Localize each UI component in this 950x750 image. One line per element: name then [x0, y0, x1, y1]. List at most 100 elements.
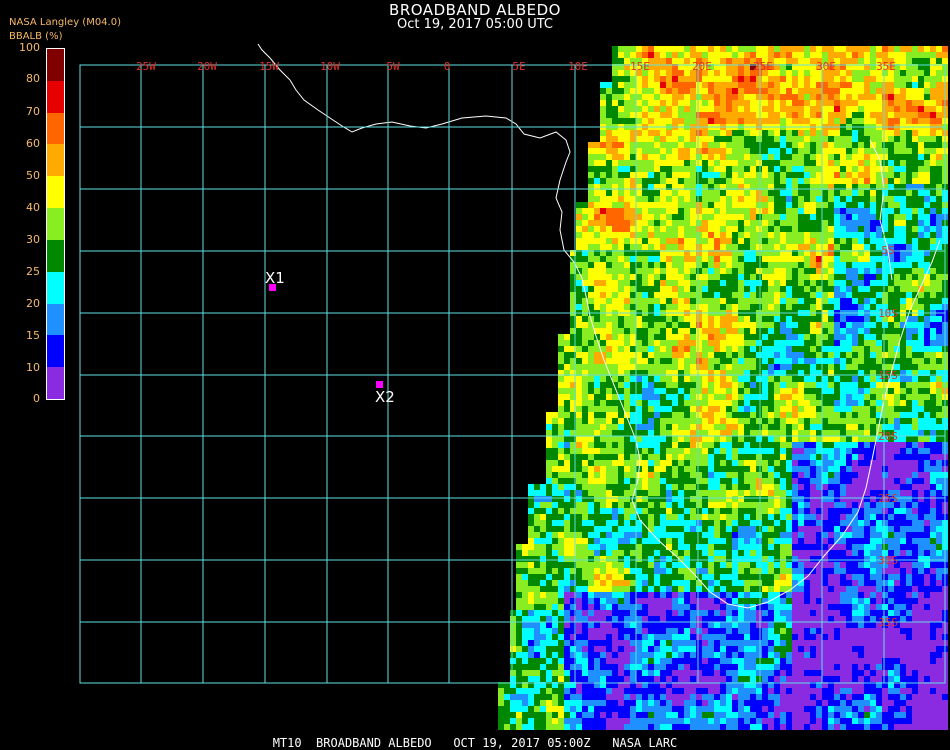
albedo-pixel: [630, 220, 636, 226]
albedo-pixel: [804, 496, 810, 502]
albedo-pixel: [900, 268, 906, 274]
albedo-pixel: [798, 328, 804, 334]
albedo-pixel: [810, 46, 816, 52]
albedo-pixel: [894, 514, 900, 520]
albedo-pixel: [606, 454, 612, 460]
albedo-pixel: [900, 316, 906, 322]
albedo-pixel: [912, 46, 918, 52]
albedo-pixel: [636, 280, 642, 286]
albedo-pixel: [750, 484, 756, 490]
albedo-pixel: [600, 178, 606, 184]
albedo-pixel: [750, 244, 756, 250]
albedo-pixel: [852, 172, 858, 178]
albedo-pixel: [750, 46, 756, 52]
albedo-pixel: [618, 328, 624, 334]
albedo-pixel: [588, 232, 594, 238]
albedo-pixel: [678, 262, 684, 268]
albedo-pixel: [900, 490, 906, 496]
albedo-pixel: [894, 76, 900, 82]
albedo-pixel: [612, 394, 618, 400]
albedo-pixel: [564, 406, 570, 412]
albedo-pixel: [660, 358, 666, 364]
albedo-pixel: [828, 508, 834, 514]
albedo-pixel: [888, 148, 894, 154]
albedo-pixel: [918, 262, 924, 268]
albedo-pixel: [744, 430, 750, 436]
albedo-pixel: [750, 412, 756, 418]
albedo-pixel: [612, 454, 618, 460]
albedo-pixel: [642, 244, 648, 250]
albedo-pixel: [840, 262, 846, 268]
albedo-pixel: [708, 82, 714, 88]
albedo-pixel: [786, 442, 792, 448]
albedo-pixel: [720, 508, 726, 514]
albedo-pixel: [918, 190, 924, 196]
albedo-pixel: [822, 280, 828, 286]
albedo-pixel: [690, 226, 696, 232]
albedo-pixel: [882, 280, 888, 286]
albedo-pixel: [696, 172, 702, 178]
albedo-pixel: [852, 472, 858, 478]
albedo-pixel: [750, 400, 756, 406]
albedo-pixel: [678, 136, 684, 142]
albedo-pixel: [924, 100, 930, 106]
albedo-pixel: [678, 394, 684, 400]
albedo-pixel: [816, 460, 822, 466]
albedo-pixel: [744, 178, 750, 184]
albedo-pixel: [768, 316, 774, 322]
albedo-pixel: [804, 208, 810, 214]
albedo-pixel: [732, 460, 738, 466]
albedo-pixel: [630, 76, 636, 82]
albedo-pixel: [726, 46, 732, 52]
albedo-pixel: [696, 358, 702, 364]
albedo-pixel: [714, 70, 720, 76]
albedo-pixel: [828, 274, 834, 280]
albedo-pixel: [654, 286, 660, 292]
albedo-pixel: [654, 46, 660, 52]
albedo-pixel: [576, 286, 582, 292]
albedo-pixel: [810, 424, 816, 430]
albedo-pixel: [732, 46, 738, 52]
albedo-pixel: [714, 172, 720, 178]
albedo-pixel: [768, 472, 774, 478]
albedo-pixel: [942, 46, 948, 52]
albedo-pixel: [918, 208, 924, 214]
albedo-pixel: [672, 262, 678, 268]
albedo-pixel: [906, 208, 912, 214]
albedo-pixel: [594, 496, 600, 502]
albedo-pixel: [864, 166, 870, 172]
albedo-pixel: [798, 382, 804, 388]
albedo-pixel: [918, 304, 924, 310]
albedo-pixel: [720, 436, 726, 442]
albedo-pixel: [744, 454, 750, 460]
albedo-pixel: [762, 298, 768, 304]
albedo-pixel: [828, 460, 834, 466]
albedo-pixel: [690, 136, 696, 142]
albedo-pixel: [864, 262, 870, 268]
albedo-pixel: [564, 454, 570, 460]
albedo-pixel: [816, 130, 822, 136]
albedo-pixel: [636, 238, 642, 244]
albedo-pixel: [636, 376, 642, 382]
albedo-pixel: [816, 334, 822, 340]
albedo-pixel: [828, 322, 834, 328]
albedo-pixel: [882, 94, 888, 100]
albedo-pixel: [900, 172, 906, 178]
albedo-pixel: [894, 412, 900, 418]
albedo-pixel: [834, 292, 840, 298]
albedo-pixel: [732, 178, 738, 184]
albedo-pixel: [924, 454, 930, 460]
albedo-pixel: [666, 202, 672, 208]
albedo-pixel: [804, 274, 810, 280]
albedo-pixel: [882, 112, 888, 118]
albedo-pixel: [666, 490, 672, 496]
albedo-pixel: [612, 112, 618, 118]
albedo-pixel: [684, 346, 690, 352]
albedo-pixel: [786, 388, 792, 394]
albedo-pixel: [930, 424, 936, 430]
albedo-pixel: [798, 148, 804, 154]
albedo-pixel: [726, 436, 732, 442]
albedo-pixel: [870, 52, 876, 58]
albedo-pixel: [612, 238, 618, 244]
albedo-pixel: [864, 214, 870, 220]
